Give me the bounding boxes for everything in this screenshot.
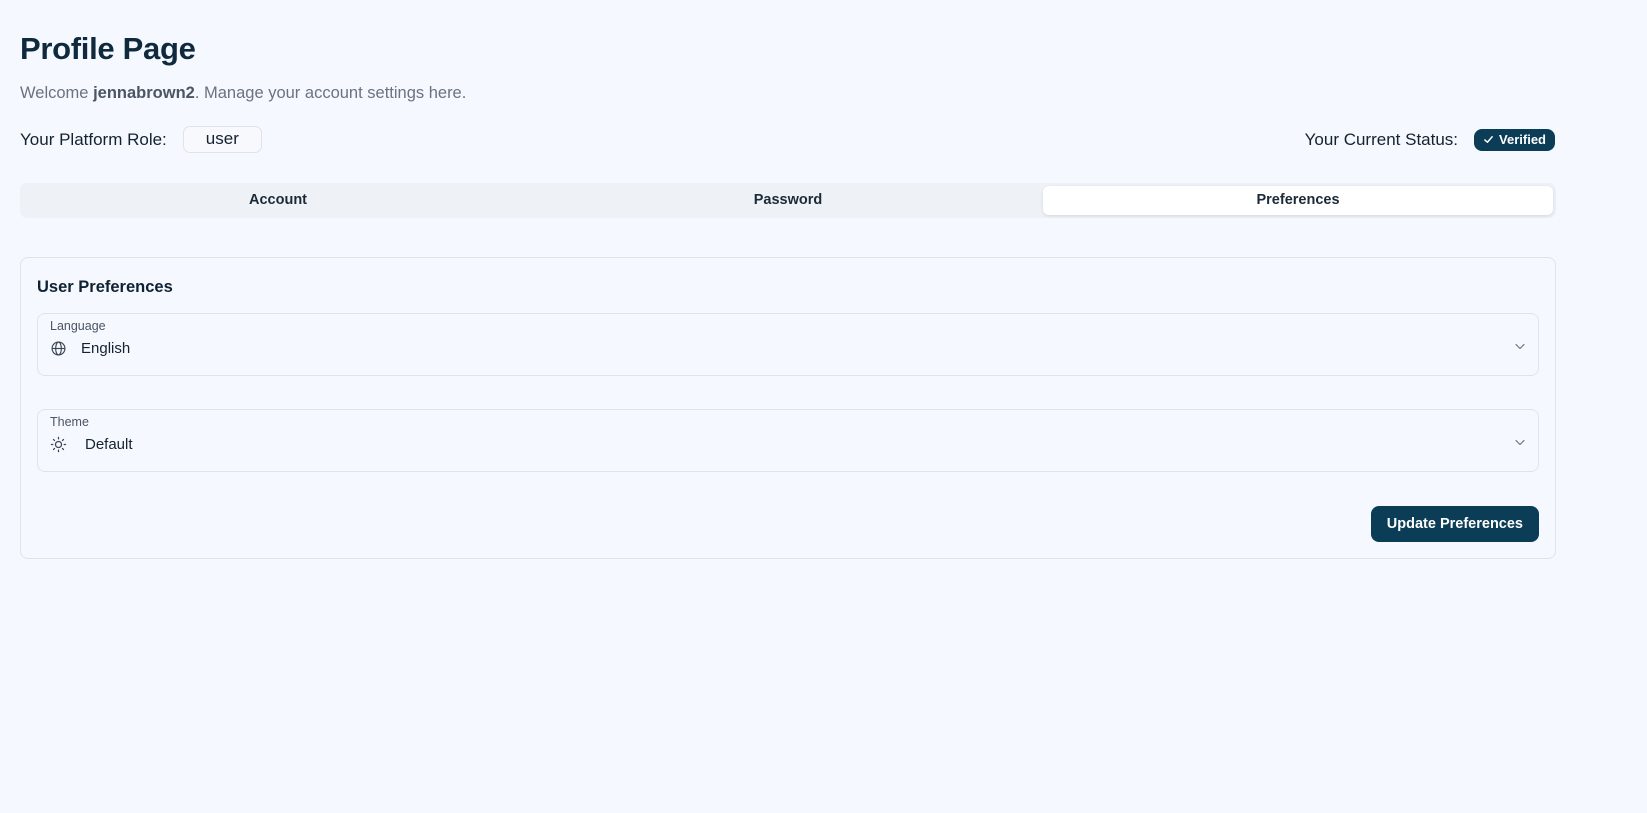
- page-title: Profile Page: [20, 31, 196, 66]
- chevron-down-icon: [1515, 344, 1525, 350]
- theme-value-row: Default: [50, 436, 1526, 453]
- welcome-prefix: Welcome: [20, 84, 94, 103]
- welcome-message: Welcome jennabrown2. Manage your account…: [20, 83, 1555, 104]
- role-status-row: Your Platform Role: user Your Current St…: [20, 126, 1555, 154]
- language-value-row: English: [50, 340, 1526, 357]
- welcome-username: jennabrown2: [93, 84, 195, 103]
- welcome-suffix: . Manage your account settings here.: [194, 84, 467, 103]
- profile-tabs: Account Password Preferences: [20, 182, 1556, 218]
- platform-role: Your Platform Role: user: [20, 126, 262, 154]
- tab-preferences[interactable]: Preferences: [1043, 185, 1553, 215]
- card-title: User Preferences: [37, 277, 173, 296]
- sun-icon: [50, 437, 67, 453]
- user-preferences-card: User Preferences Language English Theme: [20, 256, 1556, 559]
- update-preferences-button[interactable]: Update Preferences: [1370, 505, 1539, 542]
- tab-account[interactable]: Account: [23, 186, 533, 215]
- theme-select[interactable]: Theme Default: [37, 409, 1539, 473]
- check-icon: [1484, 136, 1493, 144]
- platform-role-badge: user: [182, 126, 262, 154]
- profile-page: Profile Page Welcome jennabrown2. Manage…: [0, 0, 1556, 559]
- status-badge: Verified: [1474, 128, 1555, 151]
- status-badge-label: Verified: [1499, 132, 1546, 148]
- globe-icon: [51, 341, 66, 356]
- current-status: Your Current Status: Verified: [1304, 128, 1555, 151]
- platform-role-label: Your Platform Role:: [20, 129, 167, 149]
- language-select[interactable]: Language English: [37, 313, 1539, 377]
- chevron-down-icon: [1515, 440, 1525, 446]
- theme-label: Theme: [50, 415, 89, 430]
- language-label: Language: [50, 319, 106, 334]
- theme-value: Default: [85, 436, 133, 454]
- current-status-label: Your Current Status:: [1304, 129, 1459, 149]
- tab-password[interactable]: Password: [533, 186, 1043, 215]
- language-value: English: [81, 340, 131, 358]
